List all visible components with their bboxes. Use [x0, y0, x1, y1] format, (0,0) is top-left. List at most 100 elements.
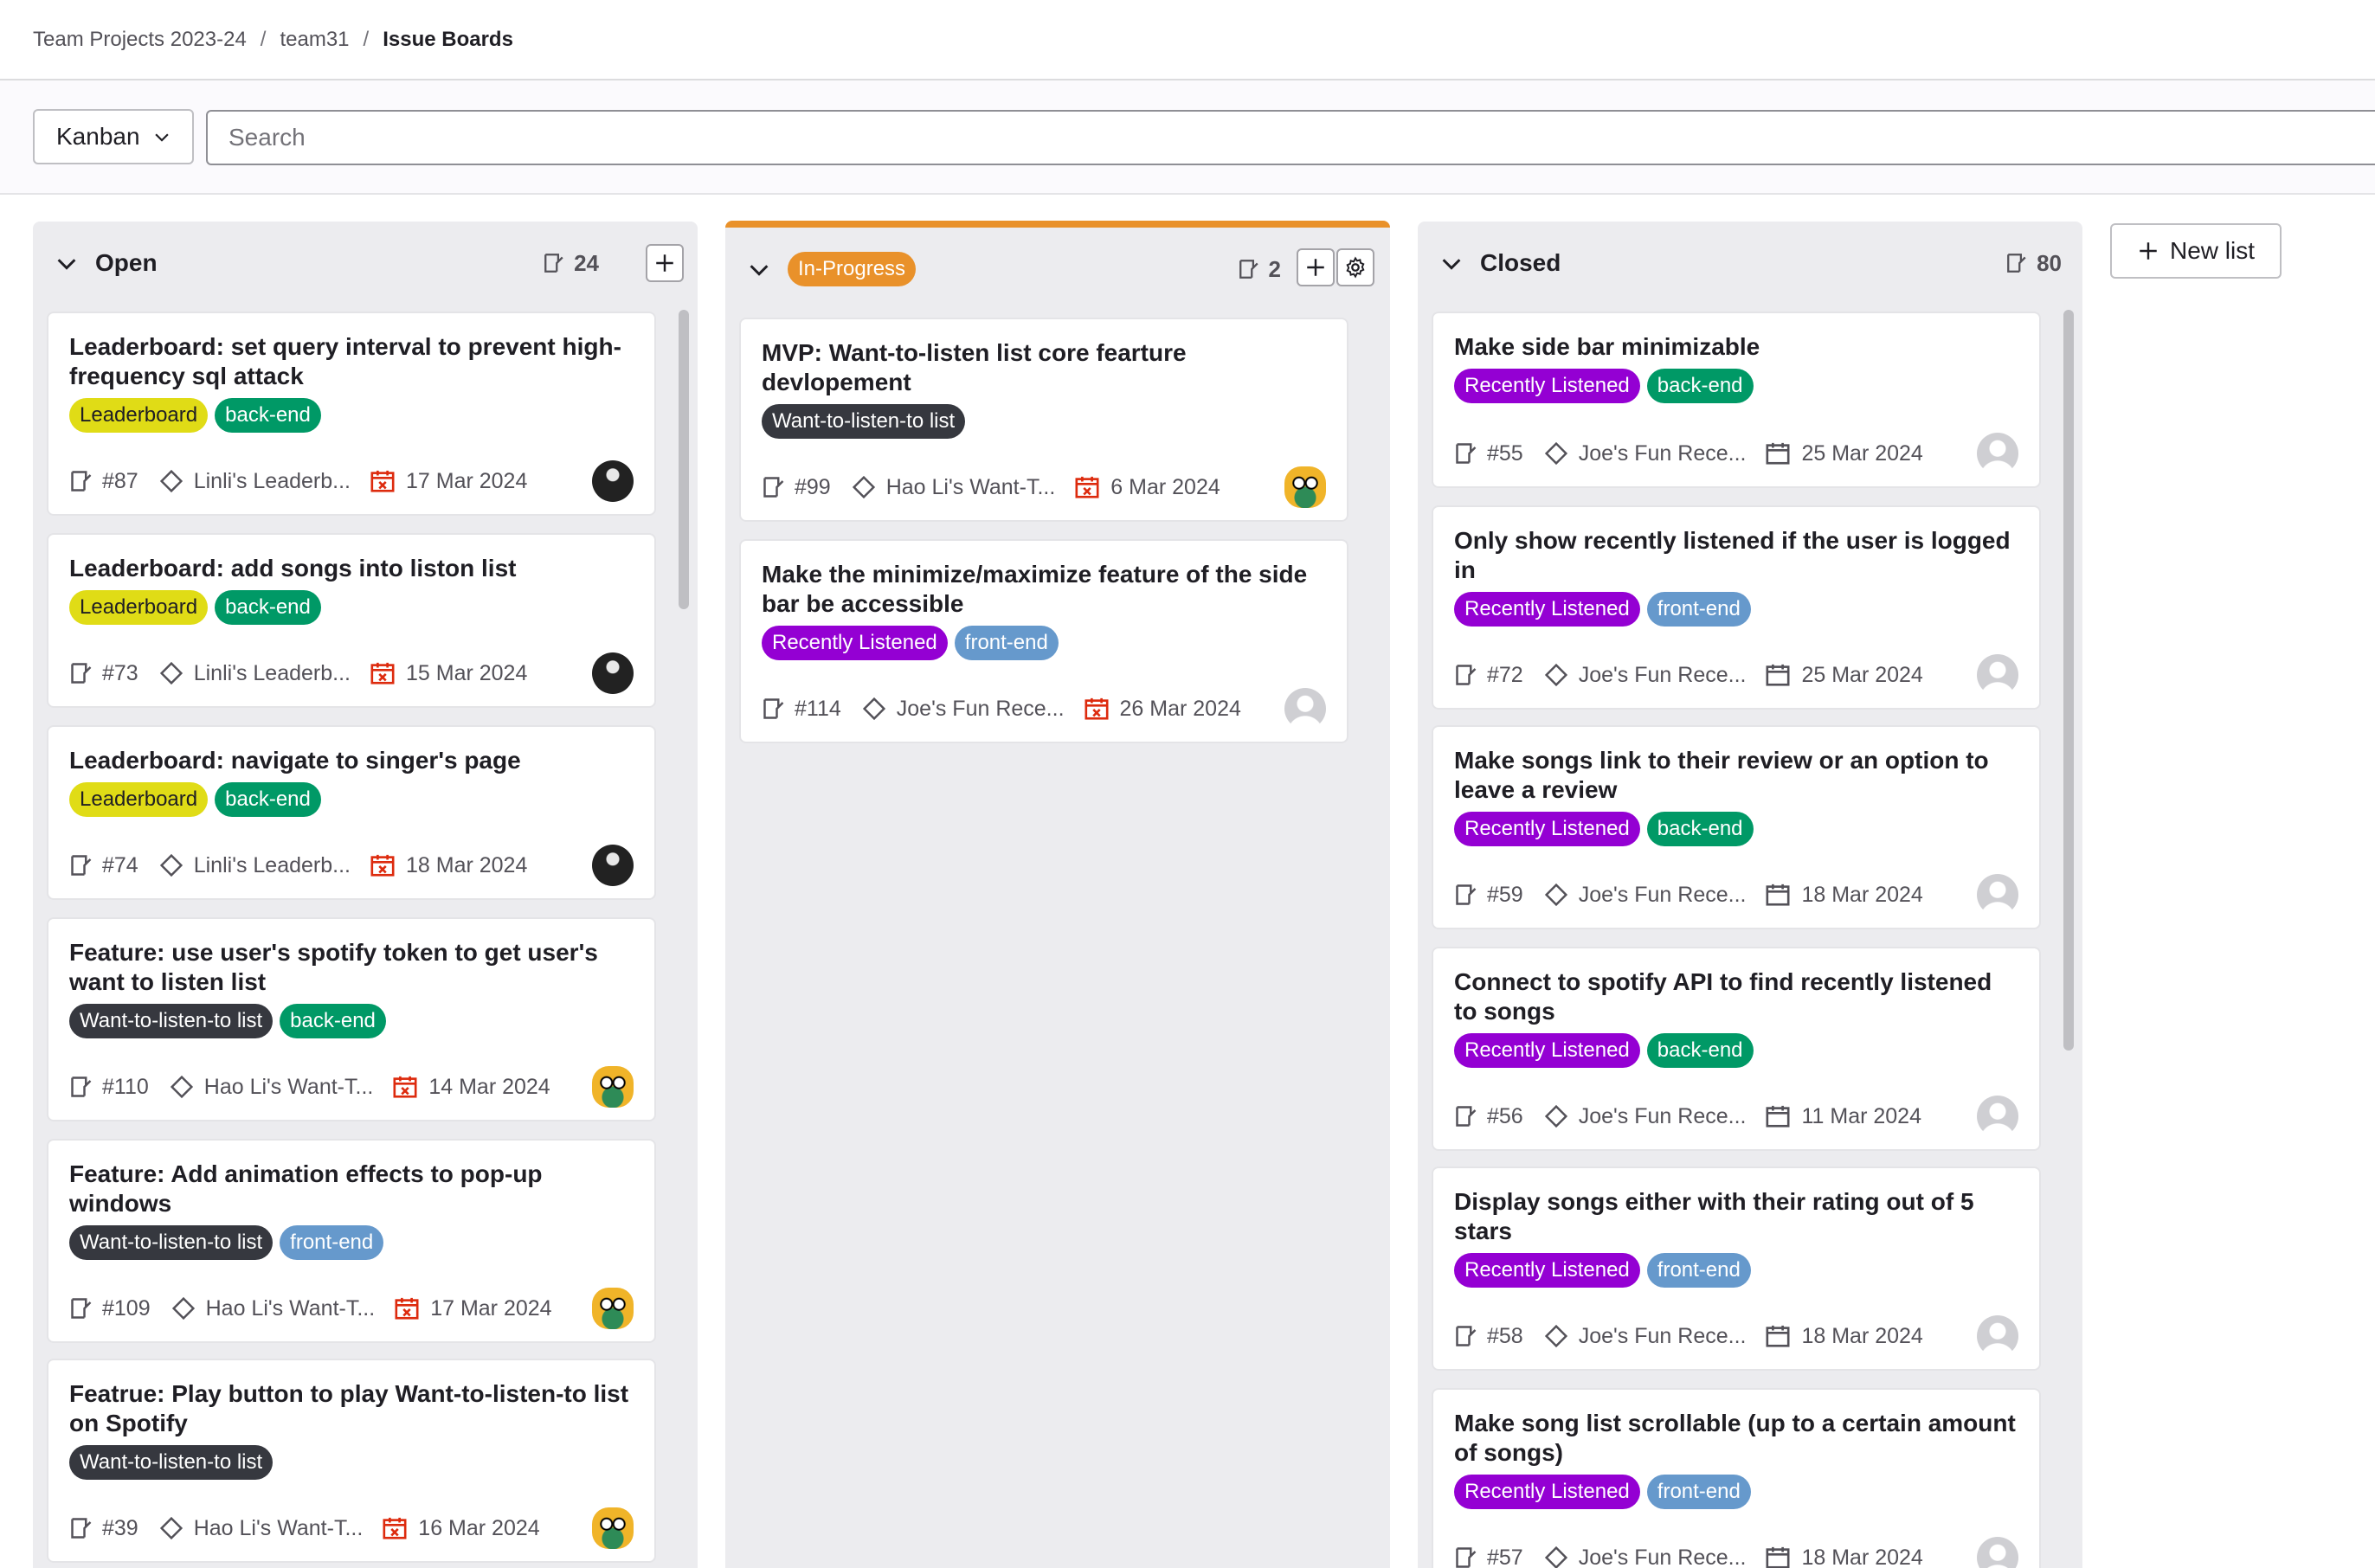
list-scrollbar[interactable] [2063, 310, 2074, 1051]
issue-card[interactable]: Make side bar minimizable Recently Listen… [1432, 312, 2041, 488]
assignee-avatar[interactable] [1977, 1096, 2018, 1137]
label-back-end[interactable]: back-end [215, 782, 321, 817]
issue-milestone[interactable]: Joe's Fun Rece... [1579, 1104, 1747, 1129]
issue-title[interactable]: Leaderboard: set query interval to preve… [69, 332, 634, 391]
search-input[interactable]: Search [206, 110, 2375, 165]
issue-milestone[interactable]: Linli's Leaderb... [194, 661, 351, 686]
issue-milestone[interactable]: Hao Li's Want-T... [204, 1075, 374, 1100]
label-back-end[interactable]: back-end [215, 590, 321, 625]
assignee-avatar[interactable] [1977, 654, 2018, 696]
issue-milestone[interactable]: Linli's Leaderb... [194, 469, 351, 494]
label-front-end[interactable]: front-end [954, 626, 1059, 660]
assignee-avatar[interactable] [1977, 1315, 2018, 1357]
issue-milestone[interactable]: Hao Li's Want-T... [194, 1516, 364, 1541]
breadcrumb-current[interactable]: Issue Boards [383, 28, 513, 52]
label-recently-listened[interactable]: Recently Listened [762, 626, 948, 660]
issue-card[interactable]: Make song list scrollable (up to a certa… [1432, 1388, 2041, 1568]
issue-number[interactable]: #72 [1487, 663, 1523, 688]
label-leaderboard[interactable]: Leaderboard [69, 782, 209, 817]
label-front-end[interactable]: front-end [1646, 1475, 1751, 1509]
label-front-end[interactable]: front-end [1646, 592, 1751, 627]
assignee-avatar[interactable] [592, 460, 634, 502]
label-recently-listened[interactable]: Recently Listened [1454, 592, 1640, 627]
label-back-end[interactable]: back-end [280, 1004, 386, 1038]
issue-title[interactable]: Leaderboard: add songs into liston list [69, 554, 634, 583]
issue-title[interactable]: Make song list scrollable (up to a certa… [1454, 1409, 2018, 1468]
issue-card[interactable]: Leaderboard: add songs into liston list L… [47, 533, 656, 708]
issue-title[interactable]: Connect to spotify API to find recently … [1454, 967, 2018, 1026]
issue-milestone[interactable]: Joe's Fun Rece... [1579, 663, 1747, 688]
label-leaderboard[interactable]: Leaderboard [69, 398, 209, 433]
label-want-to-listen-to-list[interactable]: Want-to-listen-to list [762, 404, 966, 439]
list-settings-button[interactable] [1336, 248, 1374, 286]
issue-title[interactable]: Make the minimize/maximize feature of th… [762, 560, 1326, 619]
label-front-end[interactable]: front-end [280, 1225, 384, 1260]
label-back-end[interactable]: back-end [1646, 369, 1754, 403]
label-leaderboard[interactable]: Leaderboard [69, 590, 209, 625]
issue-milestone[interactable]: Hao Li's Want-T... [886, 475, 1056, 500]
new-issue-button[interactable] [646, 244, 684, 282]
issue-title[interactable]: Make side bar minimizable [1454, 332, 2018, 362]
new-list-button[interactable]: New list [2110, 223, 2282, 279]
issue-title[interactable]: Featrue: Play button to play Want-to-lis… [69, 1379, 634, 1438]
issue-number[interactable]: #56 [1487, 1104, 1523, 1129]
issue-number[interactable]: #87 [102, 469, 138, 494]
issue-card[interactable]: Only show recently listened if the user … [1432, 505, 2041, 710]
issue-number[interactable]: #114 [795, 697, 841, 722]
issue-number[interactable]: #57 [1487, 1546, 1523, 1568]
label-recently-listened[interactable]: Recently Listened [1454, 1475, 1640, 1509]
issue-title[interactable]: MVP: Want-to-listen list core fearture d… [762, 338, 1326, 397]
issue-card[interactable]: Feature: Add animation effects to pop-up… [47, 1139, 656, 1343]
issue-number[interactable]: #58 [1487, 1324, 1523, 1349]
issue-number[interactable]: #99 [795, 475, 831, 500]
assignee-avatar[interactable] [592, 1288, 634, 1329]
issue-card[interactable]: Leaderboard: set query interval to preve… [47, 312, 656, 516]
label-recently-listened[interactable]: Recently Listened [1454, 812, 1640, 846]
label-want-to-listen-to-list[interactable]: Want-to-listen-to list [69, 1445, 274, 1480]
issue-card[interactable]: MVP: Want-to-listen list core fearture d… [739, 318, 1348, 522]
issue-title[interactable]: Feature: use user's spotify token to get… [69, 938, 634, 997]
issue-card[interactable]: Make songs link to their review or an op… [1432, 725, 2041, 929]
issue-title[interactable]: Feature: Add animation effects to pop-up… [69, 1160, 634, 1218]
label-back-end[interactable]: back-end [1646, 1033, 1754, 1068]
issue-card[interactable]: Make the minimize/maximize feature of th… [739, 539, 1348, 743]
issue-number[interactable]: #74 [102, 853, 138, 878]
issue-milestone[interactable]: Joe's Fun Rece... [897, 697, 1065, 722]
issue-number[interactable]: #39 [102, 1516, 138, 1541]
chevron-down-icon[interactable] [746, 256, 772, 282]
issue-number[interactable]: #110 [102, 1075, 149, 1100]
issue-milestone[interactable]: Hao Li's Want-T... [206, 1296, 376, 1321]
breadcrumb-group[interactable]: Team Projects 2023-24 [33, 28, 247, 52]
assignee-avatar[interactable] [1284, 688, 1326, 729]
assignee-avatar[interactable] [592, 1066, 634, 1108]
label-recently-listened[interactable]: Recently Listened [1454, 369, 1640, 403]
issue-card[interactable]: Featrue: Play button to play Want-to-lis… [47, 1359, 656, 1563]
issue-title[interactable]: Make songs link to their review or an op… [1454, 746, 2018, 805]
label-want-to-listen-to-list[interactable]: Want-to-listen-to list [69, 1225, 274, 1260]
chevron-down-icon[interactable] [1439, 250, 1464, 276]
issue-number[interactable]: #73 [102, 661, 138, 686]
issue-milestone[interactable]: Linli's Leaderb... [194, 853, 351, 878]
issue-card[interactable]: Connect to spotify API to find recently … [1432, 947, 2041, 1151]
breadcrumb-project[interactable]: team31 [280, 28, 349, 52]
issue-number[interactable]: #59 [1487, 883, 1523, 908]
assignee-avatar[interactable] [1977, 874, 2018, 916]
board-switcher[interactable]: Kanban [33, 109, 194, 164]
label-want-to-listen-to-list[interactable]: Want-to-listen-to list [69, 1004, 274, 1038]
issue-number[interactable]: #55 [1487, 441, 1523, 466]
chevron-down-icon[interactable] [54, 250, 80, 276]
issue-card[interactable]: Feature: use user's spotify token to get… [47, 917, 656, 1121]
assignee-avatar[interactable] [1284, 466, 1326, 508]
issue-milestone[interactable]: Joe's Fun Rece... [1579, 1546, 1747, 1568]
issue-card[interactable]: Leaderboard: navigate to singer's page Le… [47, 725, 656, 900]
label-recently-listened[interactable]: Recently Listened [1454, 1033, 1640, 1068]
issue-milestone[interactable]: Joe's Fun Rece... [1579, 441, 1747, 466]
assignee-avatar[interactable] [592, 845, 634, 886]
issue-title[interactable]: Only show recently listened if the user … [1454, 526, 2018, 585]
issue-title[interactable]: Display songs either with their rating o… [1454, 1187, 2018, 1246]
assignee-avatar[interactable] [1977, 433, 2018, 474]
issue-milestone[interactable]: Joe's Fun Rece... [1579, 883, 1747, 908]
label-recently-listened[interactable]: Recently Listened [1454, 1253, 1640, 1288]
issue-card[interactable]: Display songs either with their rating o… [1432, 1166, 2041, 1371]
assignee-avatar[interactable] [592, 1507, 634, 1549]
